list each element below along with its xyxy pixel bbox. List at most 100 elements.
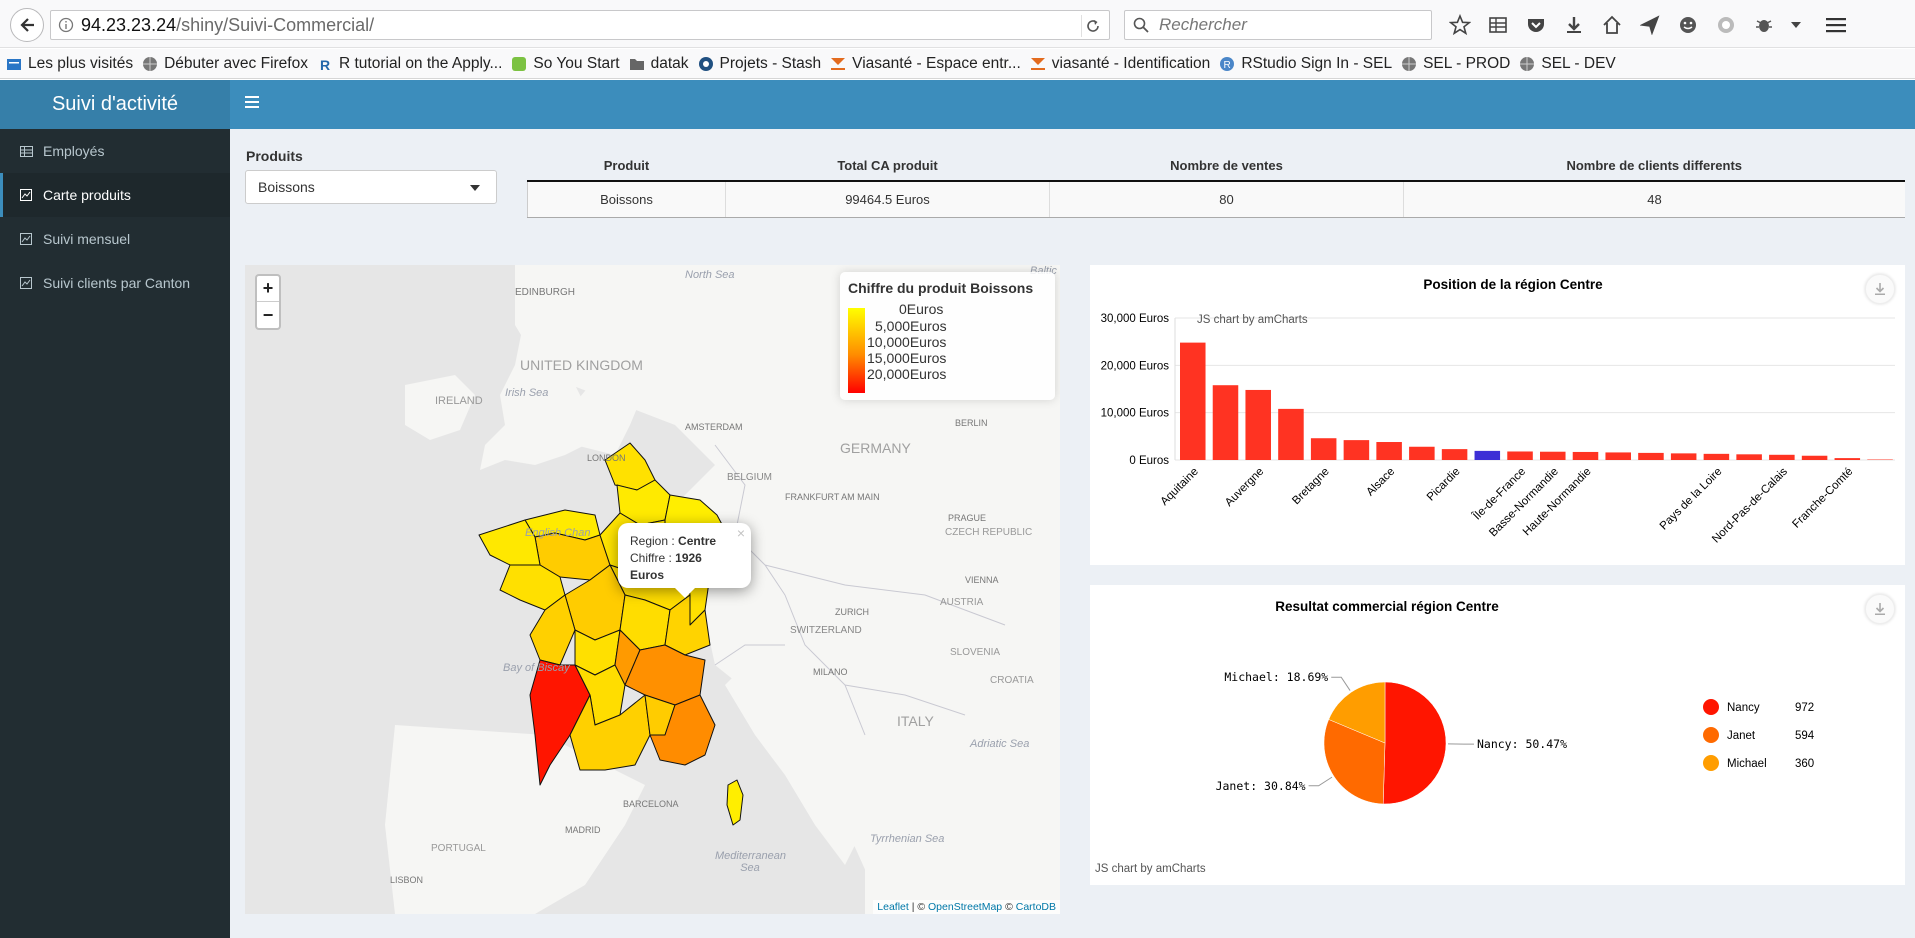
bar[interactable] (1703, 453, 1730, 460)
bookmark-label: So You Start (533, 54, 620, 72)
bar[interactable] (1278, 408, 1304, 460)
bar[interactable] (1310, 438, 1337, 460)
bar[interactable] (1769, 454, 1795, 460)
bar[interactable] (1409, 446, 1435, 460)
r-logo-icon: R (320, 57, 330, 72)
bar[interactable] (1507, 451, 1533, 460)
bookmark-item[interactable]: datak (629, 55, 689, 73)
bookmark-item[interactable]: SEL - PROD (1401, 55, 1510, 73)
extension-icon[interactable] (1714, 13, 1738, 37)
sidebar: Employés Carte produits Suivi mensuel Su… (0, 129, 230, 938)
place-label: PORTUGAL (431, 843, 486, 854)
bar[interactable] (1245, 389, 1271, 460)
pie-slice[interactable] (1382, 681, 1447, 805)
viasante-icon (831, 57, 846, 70)
sidebar-item-carte-produits[interactable]: Carte produits (0, 173, 230, 217)
table-header[interactable]: Nombre de ventes (1049, 151, 1404, 182)
star-icon[interactable] (1448, 13, 1472, 37)
sidebar-item-employes[interactable]: Employés (0, 129, 230, 173)
bar[interactable] (1834, 458, 1861, 460)
sidebar-item-suivi-clients[interactable]: Suivi clients par Canton (0, 261, 230, 305)
map-legend: Chiffre du produit Boissons 0Euros 5,000… (840, 272, 1055, 400)
bookmark-item[interactable]: Les plus visités (6, 55, 133, 73)
bar[interactable] (1441, 449, 1468, 460)
sidebar-item-suivi-mensuel[interactable]: Suivi mensuel (0, 217, 230, 261)
legend-marker[interactable] (1703, 727, 1719, 743)
bookmark-item[interactable]: Débuter avec Firefox (142, 55, 308, 73)
bookmark-folder-icon (7, 58, 21, 70)
bar[interactable] (1801, 455, 1828, 460)
bookmark-item[interactable]: Projets - Stash (698, 55, 821, 73)
sidebar-item-label: Suivi clients par Canton (43, 275, 191, 291)
place-label: English Chan (525, 527, 591, 539)
legend-label[interactable]: Janet (1727, 730, 1756, 742)
menu-icon[interactable] (1824, 13, 1848, 37)
zoom-out-button[interactable]: − (257, 302, 279, 328)
back-button[interactable] (10, 8, 44, 42)
app-header: Suivi d'activité (0, 80, 1915, 129)
place-label: SLOVENIA (950, 647, 1001, 658)
popup-close-button[interactable]: × (737, 525, 745, 542)
bar[interactable] (1670, 453, 1697, 460)
search-bar[interactable]: Rechercher (1124, 10, 1432, 40)
produits-select[interactable]: Boissons (245, 170, 497, 204)
app-title[interactable]: Suivi d'activité (0, 80, 230, 129)
sidebar-item-label: Employés (43, 143, 105, 159)
bookmark-item[interactable]: So You Start (511, 54, 620, 73)
bar[interactable] (1605, 452, 1631, 460)
popup-chiffre-label: Chiffre : (630, 551, 676, 565)
bug-icon[interactable] (1752, 13, 1776, 37)
legend-label[interactable]: Nancy (1727, 702, 1760, 714)
table-header[interactable]: Nombre de clients differents (1403, 151, 1905, 182)
place-label: GERMANY (840, 440, 911, 456)
osm-link[interactable]: OpenStreetMap (928, 901, 1002, 913)
bar[interactable] (1572, 451, 1599, 460)
bookmark-item[interactable]: R R tutorial on the Apply... (317, 55, 502, 73)
url-bar[interactable]: 94.23.23.24/shiny/Suivi-Commercial/ (50, 10, 1110, 40)
bar[interactable] (1343, 440, 1370, 460)
send-icon[interactable] (1638, 13, 1662, 37)
browser-toolbar: 94.23.23.24/shiny/Suivi-Commercial/ Rech… (0, 0, 1915, 48)
y-tick-label: 10,000 Euros (1101, 408, 1170, 420)
library-icon[interactable] (1486, 13, 1510, 37)
legend-label[interactable]: Michael (1727, 758, 1767, 770)
info-icon[interactable] (51, 17, 81, 33)
bookmark-item[interactable]: R RStudio Sign In - SEL (1219, 55, 1392, 73)
bookmark-label: viasanté - Identification (1051, 54, 1211, 72)
bar[interactable] (1638, 452, 1664, 460)
bar[interactable] (1736, 454, 1762, 460)
bar[interactable] (1180, 342, 1206, 460)
bar[interactable] (1376, 442, 1402, 460)
x-tick-label: Bretagne (1290, 466, 1331, 507)
leaflet-link[interactable]: Leaflet (877, 901, 909, 913)
table-header[interactable]: Total CA produit (725, 151, 1050, 182)
bookmark-item[interactable]: Viasanté - Espace entr... (830, 55, 1021, 73)
download-icon[interactable] (1562, 13, 1586, 37)
map-container[interactable]: North Sea EDINBURGH UNITED KINGDOM IRELA… (245, 265, 1060, 914)
amcharts-credit[interactable]: JS chart by amCharts (1095, 863, 1206, 875)
x-tick-label: Alsace (1364, 466, 1397, 499)
table-header[interactable]: Produit (527, 151, 726, 182)
legend-marker[interactable] (1703, 699, 1719, 715)
home-icon[interactable] (1600, 13, 1624, 37)
bookmark-item[interactable]: viasanté - Identification (1030, 54, 1211, 73)
pie-chart: Resultat commercial région Centre Nancy:… (1095, 599, 1815, 875)
pocket-icon[interactable] (1524, 13, 1548, 37)
emoji-icon[interactable] (1676, 13, 1700, 37)
sidebar-toggle-icon[interactable] (245, 96, 259, 110)
bar[interactable] (1474, 450, 1501, 460)
legend-marker[interactable] (1703, 755, 1719, 771)
x-tick-label: Picardie (1425, 466, 1463, 504)
zoom-in-button[interactable]: + (257, 276, 279, 302)
x-tick-label: Pays de la Loire (1658, 466, 1725, 533)
cartodb-link[interactable]: CartoDB (1016, 901, 1056, 913)
pie-slice-label: Michael: 18.69% (1224, 670, 1328, 684)
amcharts-credit[interactable]: JS chart by amCharts (1197, 314, 1308, 326)
bookmark-item[interactable]: SEL - DEV (1519, 55, 1616, 73)
chevron-down-icon[interactable] (1790, 13, 1802, 37)
chart-icon (20, 277, 34, 289)
bar[interactable] (1540, 451, 1566, 460)
reload-icon[interactable] (1081, 15, 1103, 37)
bar[interactable] (1212, 385, 1239, 460)
sidebar-item-label: Carte produits (43, 187, 131, 203)
